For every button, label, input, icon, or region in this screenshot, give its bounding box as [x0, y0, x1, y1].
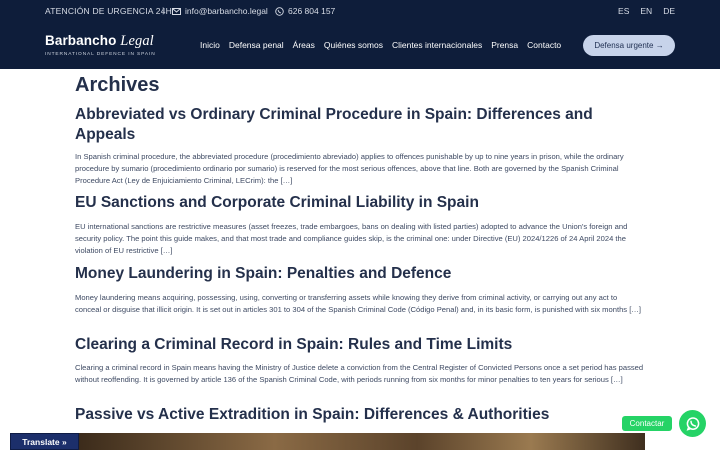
email-link[interactable]: info@barbancho.legal — [172, 6, 268, 16]
lang-es[interactable]: ES — [618, 6, 629, 16]
topbar-separator: | — [162, 5, 165, 15]
lang-en[interactable]: EN — [640, 6, 652, 16]
phone-text: 626 804 157 — [288, 6, 336, 16]
post-featured-image[interactable] — [75, 433, 645, 450]
logo-name-italic: Legal — [120, 33, 154, 49]
menu-item-contacto[interactable]: Contacto — [527, 40, 561, 50]
site-logo[interactable]: Barbancho Legal INTERNATIONAL DEFENCE IN… — [45, 33, 156, 57]
logo-tagline: INTERNATIONAL DEFENCE IN SPAIN — [45, 52, 156, 57]
lang-de[interactable]: DE — [663, 6, 675, 16]
top-bar: ATENCIÓN DE URGENCIA 24H | info@barbanch… — [0, 0, 720, 22]
post-title[interactable]: Clearing a Criminal Record in Spain: Rul… — [75, 335, 645, 355]
menu-item-clientes-internacionales[interactable]: Clientes internacionales — [392, 40, 482, 50]
primary-menu: Inicio Defensa penal Áreas Quiénes somos… — [200, 40, 561, 50]
mail-icon — [172, 7, 181, 15]
menu-item-defensa-penal[interactable]: Defensa penal — [229, 40, 284, 50]
post-title[interactable]: Passive vs Active Extradition in Spain: … — [75, 405, 645, 425]
language-switcher: ES EN DE — [618, 6, 675, 16]
post-title[interactable]: EU Sanctions and Corporate Criminal Liab… — [75, 193, 645, 213]
post-excerpt: Clearing a criminal record in Spain mean… — [75, 363, 644, 384]
translate-button[interactable]: Translate » — [10, 433, 79, 450]
post-excerpt: EU international sanctions are restricti… — [75, 222, 628, 255]
menu-item-quienes-somos[interactable]: Quiénes somos — [324, 40, 383, 50]
post-title[interactable]: Abbreviated vs Ordinary Criminal Procedu… — [75, 105, 645, 145]
logo-name: Barbancho Legal — [45, 33, 156, 50]
urgent-attention-label: ATENCIÓN DE URGENCIA 24H — [45, 6, 172, 16]
logo-name-main: Barbancho — [45, 33, 117, 48]
menu-item-prensa[interactable]: Prensa — [491, 40, 518, 50]
phone-link[interactable]: 626 804 157 — [275, 6, 335, 16]
page-title: Archives — [75, 74, 160, 96]
post-title[interactable]: Money Laundering in Spain: Penalties and… — [75, 264, 645, 284]
post-excerpt: Money laundering means acquiring, posses… — [75, 293, 642, 314]
whatsapp-chat-button[interactable] — [679, 410, 706, 437]
main-navbar: Barbancho Legal INTERNATIONAL DEFENCE IN… — [0, 22, 720, 69]
urgent-defence-button[interactable]: Defensa urgente → — [583, 35, 675, 56]
contact-label-button[interactable]: Contactar — [622, 416, 672, 431]
menu-item-inicio[interactable]: Inicio — [200, 40, 220, 50]
whatsapp-icon — [686, 416, 699, 431]
email-text: info@barbancho.legal — [185, 6, 268, 16]
menu-item-areas[interactable]: Áreas — [293, 40, 315, 50]
whatsapp-small-icon — [275, 6, 284, 16]
post-excerpt: In Spanish criminal procedure, the abbre… — [75, 152, 624, 185]
